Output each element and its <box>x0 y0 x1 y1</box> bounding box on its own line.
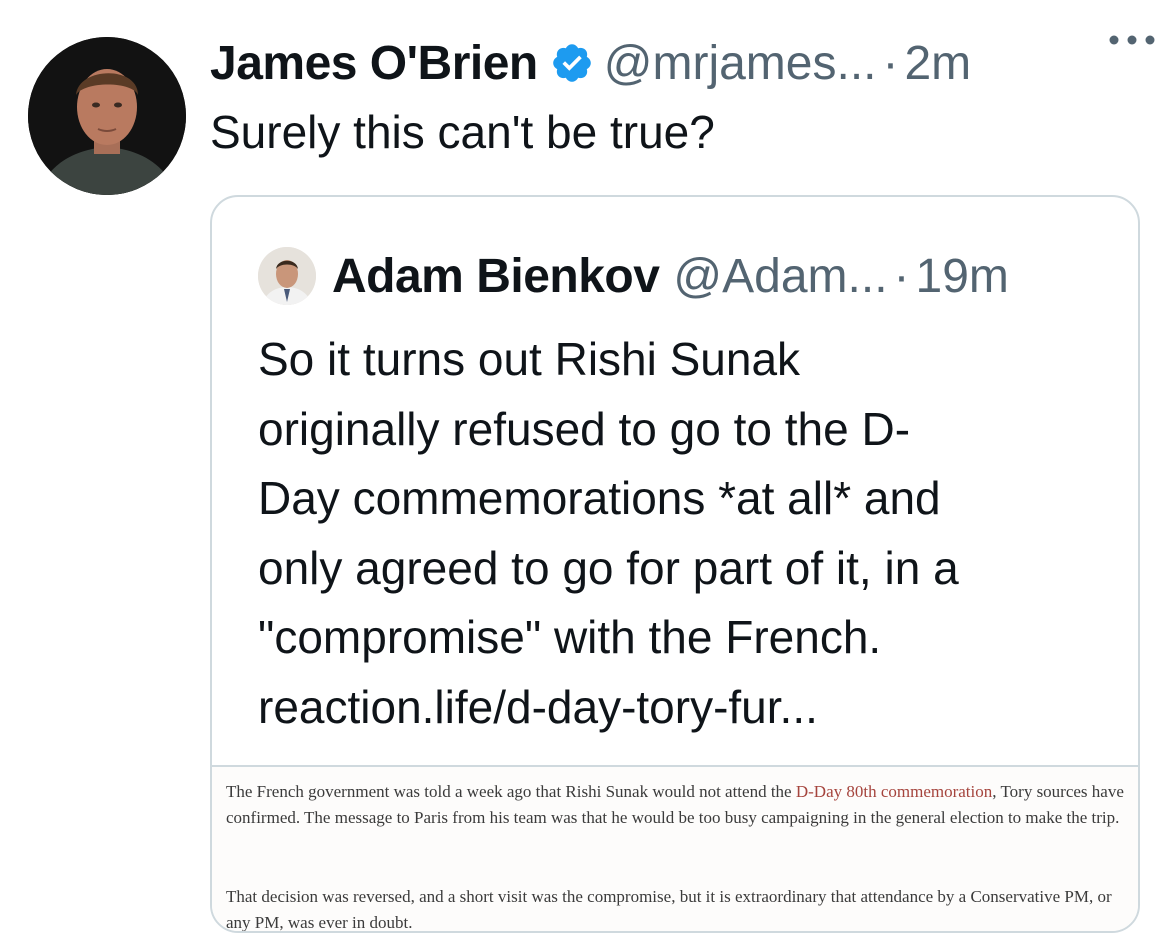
article-text: The French government was told a week ag… <box>226 782 796 801</box>
author-avatar[interactable] <box>28 37 186 195</box>
avatar-photo <box>28 37 186 195</box>
tweet-header: James O'Brien @mrjames... · 2m <box>210 28 1150 98</box>
more-options-icon[interactable] <box>1102 30 1162 50</box>
separator-dot: · <box>882 36 899 90</box>
quoted-separator-dot: · <box>893 249 910 303</box>
quoted-text-line: originally refused to go to the D- <box>258 402 911 455</box>
quoted-tweet-text: So it turns out Rishi Sunak originally r… <box>258 325 1098 742</box>
quoted-text-line: Day commemorations *at all* and <box>258 472 941 524</box>
quoted-tweet[interactable]: Adam Bienkov @Adam... · 19m So it turns … <box>210 195 1140 933</box>
tweet-text: Surely this can't be true? <box>210 106 715 158</box>
quoted-link[interactable]: reaction.life/d-day-tory-fur... <box>258 673 1098 743</box>
quoted-tweet-time[interactable]: 19m <box>916 249 1009 304</box>
quoted-text-line: "compromise" with the French. <box>258 611 882 663</box>
quoted-tweet-header: Adam Bienkov @Adam... · 19m <box>258 241 1009 311</box>
quoted-author-avatar[interactable] <box>258 247 316 305</box>
article-paragraph: The French government was told a week ag… <box>226 779 1126 831</box>
verified-badge-icon <box>550 41 594 85</box>
quoted-text-line: So it turns out Rishi Sunak <box>258 333 801 385</box>
quoted-author-name[interactable]: Adam Bienkov <box>332 249 660 304</box>
tweet-time[interactable]: 2m <box>904 36 971 91</box>
quoted-text-line: only agreed to go for part of it, in a <box>258 541 959 594</box>
quoted-author-handle[interactable]: @Adam... <box>673 249 887 304</box>
author-handle[interactable]: @mrjames... <box>604 36 877 91</box>
article-screenshot-image[interactable]: The French government was told a week ag… <box>212 765 1138 932</box>
article-link: D-Day 80th commemoration <box>795 782 993 801</box>
quoted-avatar-photo <box>258 247 316 305</box>
article-paragraph: That decision was reversed, and a short … <box>226 887 1112 932</box>
author-name[interactable]: James O'Brien <box>210 36 538 91</box>
